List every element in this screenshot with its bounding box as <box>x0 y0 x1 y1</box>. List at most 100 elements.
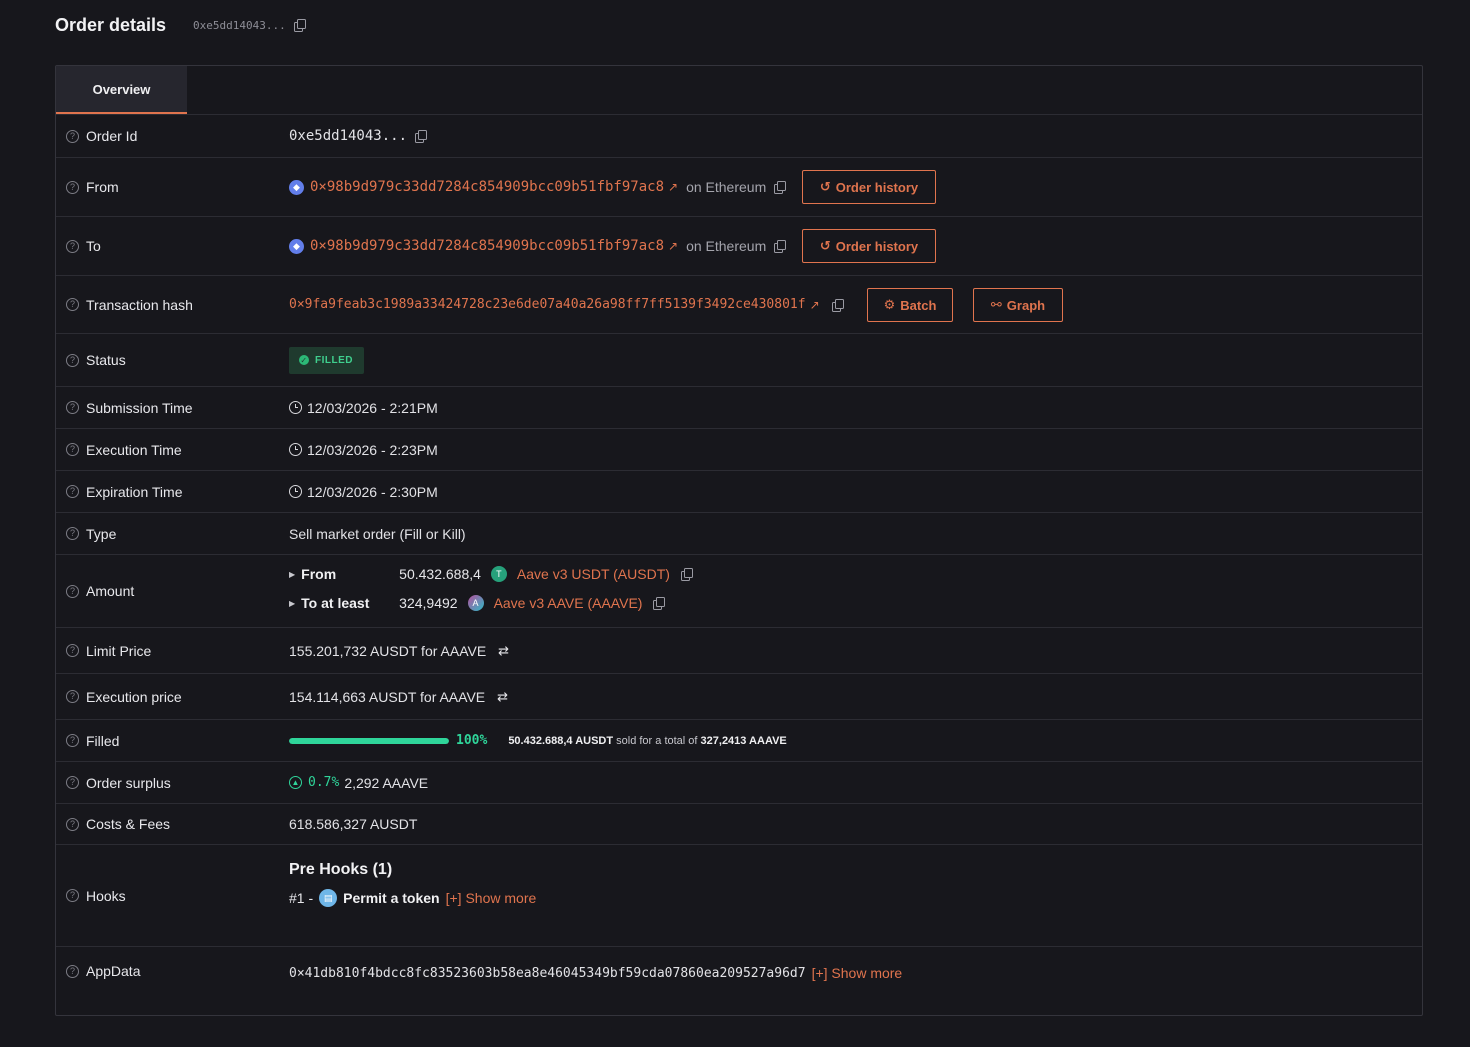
help-icon[interactable]: ? <box>66 485 79 498</box>
help-icon[interactable]: ? <box>66 817 79 831</box>
row-label: From <box>86 179 119 195</box>
copy-icon[interactable] <box>653 597 666 610</box>
row-label: Execution Time <box>86 441 182 458</box>
row-label: Amount <box>86 583 135 599</box>
history-icon: ↺ <box>819 238 831 253</box>
tab-overview[interactable]: Overview <box>56 66 187 114</box>
copy-icon[interactable] <box>680 568 693 581</box>
row-limit-price: ? Limit Price 155.201,732 AUSDT for AAAVE… <box>56 628 1422 674</box>
row-status: ? Status ✓ FILLED <box>56 334 1422 387</box>
external-link-icon[interactable]: ↗ <box>668 239 678 253</box>
copy-icon[interactable] <box>415 130 428 143</box>
help-icon[interactable]: ? <box>66 964 79 978</box>
row-label: AppData <box>86 963 141 979</box>
amount-to-token-link[interactable]: Aave v3 AAVE (AAAVE) <box>494 595 643 611</box>
caret-right-icon[interactable]: ▶ <box>289 599 295 608</box>
amount-from-key: From <box>301 566 337 582</box>
show-more-link[interactable]: [+] Show more <box>812 965 903 981</box>
hook-item: #1 - ▤ Permit a token [+] Show more <box>289 889 536 907</box>
help-icon[interactable]: ? <box>66 298 79 311</box>
show-more-link[interactable]: [+] Show more <box>446 890 537 906</box>
row-label: Filled <box>86 732 120 749</box>
header-order-id: 0xe5dd14043... <box>193 18 286 32</box>
from-address-link[interactable]: 0×98b9d979c33dd7284c854909bcc09b51fbf97a… <box>310 179 664 195</box>
row-order-surplus: ? Order surplus ▲ 0.7% 2,292 AAAVE <box>56 762 1422 804</box>
costs-fees-value: 618.586,327 AUSDT <box>289 816 418 832</box>
amount-from-line: ▶ From 50.432.688,4 T Aave v3 USDT (AUSD… <box>289 566 693 582</box>
filled-total: 327,2413 AAAVE <box>700 734 787 747</box>
external-link-icon[interactable]: ↗ <box>810 298 820 312</box>
batch-button[interactable]: ⚙ Batch <box>867 288 953 322</box>
button-label: Batch <box>900 297 937 313</box>
copy-icon[interactable] <box>831 298 844 312</box>
aave-token-icon: A <box>467 595 484 611</box>
execution-price-value: 154.114,663 AUSDT for AAAVE <box>289 688 486 705</box>
button-label: Order history <box>835 179 919 195</box>
external-link-icon[interactable]: ↗ <box>668 180 678 194</box>
help-icon[interactable]: ? <box>66 239 79 253</box>
help-icon[interactable]: ? <box>66 180 79 194</box>
execution-time-value: 12/03/2026 - 2:23PM <box>307 441 438 458</box>
row-label: Limit Price <box>86 642 152 659</box>
amount-to-line: ▶ To at least 324,9492 A Aave v3 AAVE (A… <box>289 595 666 611</box>
copy-icon[interactable] <box>293 19 306 32</box>
graph-icon: ⚯ <box>990 297 1002 312</box>
tx-hash-link[interactable]: 0×9fa9feab3c1989a33424728c23e6de07a40a26… <box>289 297 806 312</box>
amount-to-value: 324,9492 <box>399 595 458 611</box>
help-icon[interactable]: ? <box>66 690 79 703</box>
status-badge: ✓ FILLED <box>289 346 364 374</box>
help-icon[interactable]: ? <box>66 734 79 747</box>
copy-icon[interactable] <box>774 181 787 194</box>
row-label: Expiration Time <box>86 483 183 500</box>
row-app-data: ? AppData 0×41db810f4bdcc8fc83523603b58ea… <box>56 947 1422 1015</box>
check-circle-icon: ✓ <box>299 355 309 365</box>
row-label: Order Id <box>86 128 138 144</box>
graph-button[interactable]: ⚯ Graph <box>973 288 1063 322</box>
help-icon[interactable]: ? <box>66 401 79 414</box>
hook-name: Permit a token <box>343 890 440 906</box>
filled-description: 50.432.688,4 AUSDT sold for a total of 3… <box>508 735 786 747</box>
help-icon[interactable]: ? <box>66 129 79 143</box>
help-icon[interactable]: ? <box>66 443 79 456</box>
order-history-button[interactable]: ↺ Order history <box>802 170 936 204</box>
to-address-link[interactable]: 0×98b9d979c33dd7284c854909bcc09b51fbf97a… <box>310 238 664 254</box>
tab-bar: Overview <box>56 66 1422 115</box>
amount-from-token-link[interactable]: Aave v3 USDT (AUSDT) <box>517 566 670 582</box>
order-history-button[interactable]: ↺ Order history <box>802 229 936 263</box>
help-icon[interactable]: ? <box>66 776 79 789</box>
row-label: Execution price <box>86 688 182 705</box>
clock-icon <box>289 401 302 414</box>
row-execution-price: ? Execution price 154.114,663 AUSDT for A… <box>56 674 1422 720</box>
row-label: Submission Time <box>86 399 193 416</box>
row-execution-time: ? Execution Time 12/03/2026 - 2:23PM <box>56 429 1422 471</box>
help-icon[interactable]: ? <box>66 644 79 657</box>
row-amount: ? Amount ▶ From 50.432.688,4 T Aave v3 US… <box>56 555 1422 628</box>
swap-icon[interactable]: ⇄ <box>498 643 509 659</box>
surplus-amount: 2,292 AAAVE <box>344 774 429 791</box>
row-to: ? To ◆ 0×98b9d979c33dd7284c854909bcc09b51… <box>56 217 1422 276</box>
help-icon[interactable]: ? <box>66 353 79 367</box>
sold-amount: 50.432.688,4 AUSDT <box>508 734 614 747</box>
row-label: To <box>86 238 101 254</box>
submission-time-value: 12/03/2026 - 2:21PM <box>307 399 438 416</box>
pre-hooks-title: Pre Hooks (1) <box>289 861 393 878</box>
amount-to-key: To at least <box>301 595 370 611</box>
surplus-percent: 0.7% <box>308 775 340 790</box>
hook-index: #1 - <box>289 890 314 906</box>
row-label: Transaction hash <box>86 296 193 313</box>
filled-progress-bar <box>289 737 449 744</box>
app-data-value: 0×41db810f4bdcc8fc83523603b58ea8e4604534… <box>289 965 806 981</box>
help-icon[interactable]: ? <box>66 889 79 902</box>
copy-icon[interactable] <box>774 240 787 253</box>
row-label: Status <box>86 352 126 368</box>
help-icon[interactable]: ? <box>66 584 79 598</box>
caret-right-icon[interactable]: ▶ <box>289 570 295 579</box>
network-label: on Ethereum <box>686 179 767 195</box>
button-label: Graph <box>1006 297 1046 313</box>
ethereum-icon: ◆ <box>289 179 304 195</box>
row-order-id: ? Order Id 0xe5dd14043... <box>56 115 1422 158</box>
swap-icon[interactable]: ⇄ <box>497 689 508 705</box>
help-icon[interactable]: ? <box>66 527 79 540</box>
row-label: Costs & Fees <box>86 816 171 832</box>
row-hooks: ? Hooks Pre Hooks (1) #1 - ▤ Permit a tok… <box>56 845 1422 947</box>
